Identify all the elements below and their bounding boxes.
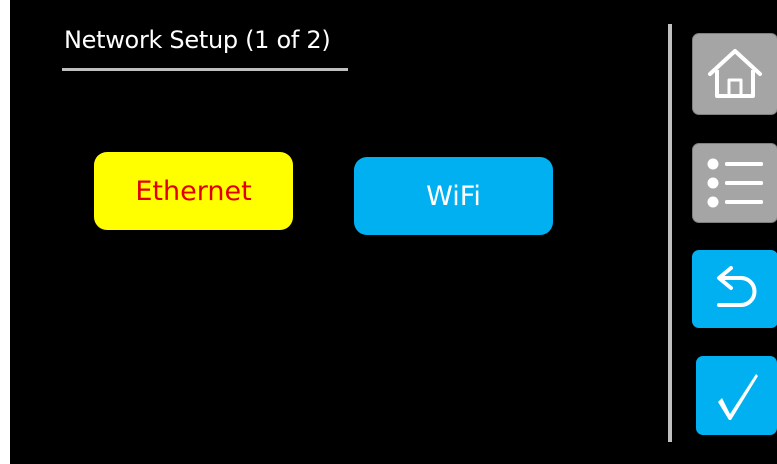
home-icon [708,49,762,98]
confirm-button[interactable] [696,356,777,435]
menu-button[interactable] [692,143,777,223]
wifi-button-label: WiFi [426,180,481,212]
home-button[interactable] [692,33,777,115]
ethernet-button-label: Ethernet [135,175,252,207]
title-underline [62,68,348,71]
checkmark-icon [717,373,758,420]
sidebar-divider [668,24,672,442]
page-title: Network Setup (1 of 2) [64,26,331,54]
wifi-button[interactable]: WiFi [354,157,553,235]
network-setup-screen: Network Setup (1 of 2) Ethernet WiFi [10,0,777,464]
undo-arrow-icon [717,266,757,307]
list-menu-icon [707,158,763,208]
back-button[interactable] [692,250,777,328]
ethernet-button[interactable]: Ethernet [94,152,293,230]
